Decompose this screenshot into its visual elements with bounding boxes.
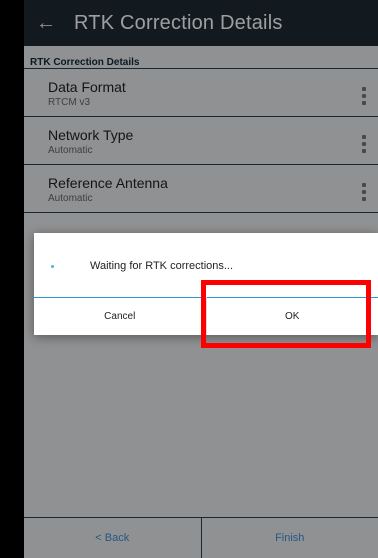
dialog-message: Waiting for RTK corrections... — [90, 260, 234, 272]
cancel-button[interactable]: Cancel — [34, 297, 206, 335]
progress-spinner-icon — [51, 265, 54, 268]
highlight-box — [201, 280, 371, 348]
